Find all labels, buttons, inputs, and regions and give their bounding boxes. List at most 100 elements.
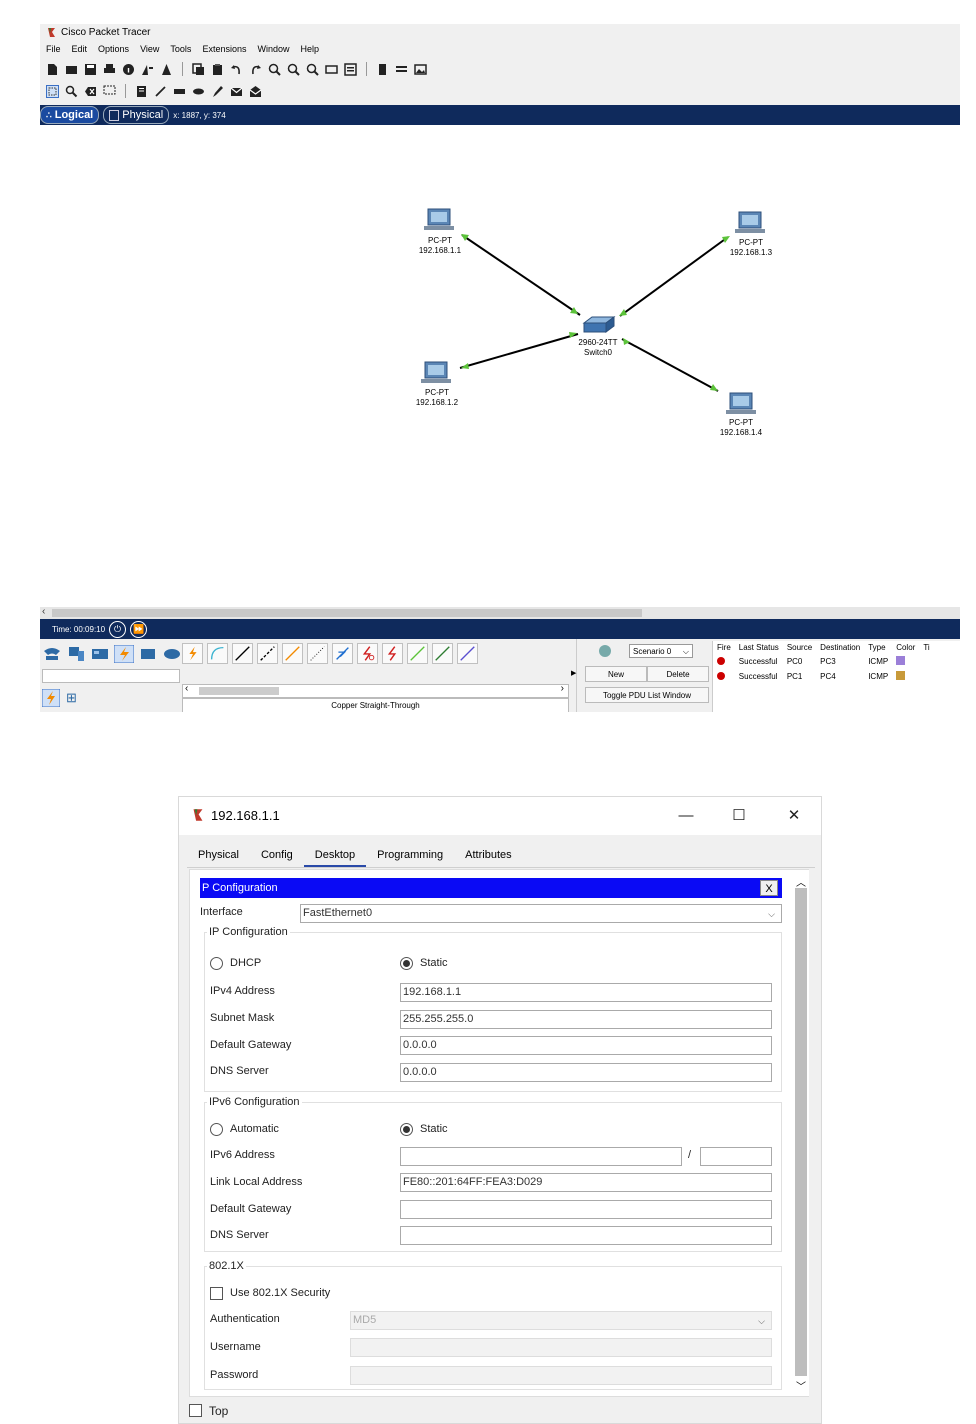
- resize-shape-icon[interactable]: [103, 85, 116, 98]
- pc2-device[interactable]: PC-PT 192.168.1.2: [416, 361, 459, 407]
- ipv4-address-input[interactable]: 192.168.1.1: [400, 983, 772, 1002]
- pc4-device[interactable]: PC-PT 192.168.1.4: [720, 392, 763, 437]
- link-local-address-input[interactable]: FE80::201:64FF:FEA3:D029: [400, 1173, 772, 1192]
- zoom-out-icon[interactable]: [306, 63, 319, 76]
- username-input[interactable]: [350, 1338, 772, 1357]
- menu-edit[interactable]: Edit: [72, 44, 88, 54]
- link-pc4-switch[interactable]: [621, 338, 719, 392]
- cluster-icon[interactable]: [376, 63, 389, 76]
- pc1-device[interactable]: PC-PT 192.168.1.1: [419, 208, 462, 255]
- panel-close-button[interactable]: X: [760, 880, 778, 896]
- zoom-reset-icon[interactable]: [287, 63, 300, 76]
- serial-dce-icon[interactable]: [357, 643, 378, 664]
- auto-connection-icon[interactable]: [182, 643, 203, 664]
- drawing-palette-icon[interactable]: [325, 63, 338, 76]
- dhcp-radio[interactable]: [210, 957, 223, 970]
- end-devices-icon[interactable]: [66, 645, 86, 663]
- scrollbar-thumb[interactable]: [199, 687, 279, 695]
- password-input[interactable]: [350, 1366, 772, 1385]
- network-devices-icon[interactable]: [42, 645, 62, 663]
- default-gateway-input[interactable]: 0.0.0.0: [400, 1036, 772, 1055]
- inspect-icon[interactable]: [65, 85, 78, 98]
- copper-straight-through-icon[interactable]: [232, 643, 253, 664]
- copy-icon[interactable]: [192, 62, 205, 76]
- redo-icon[interactable]: [249, 63, 262, 76]
- serial-dte-icon[interactable]: [382, 643, 403, 664]
- ipv6-default-gateway-input[interactable]: [400, 1200, 772, 1219]
- table-row[interactable]: Successful PC1 PC4 ICMP: [713, 669, 934, 684]
- use-8021x-checkbox[interactable]: [210, 1287, 223, 1300]
- toggle-pdu-list-button[interactable]: Toggle PDU List Window: [585, 687, 709, 703]
- panel-vertical-scrollbar[interactable]: ︿ ﹀: [793, 870, 809, 1396]
- select-icon[interactable]: [46, 84, 59, 98]
- copper-cross-over-icon[interactable]: [257, 643, 278, 664]
- dns-server-input[interactable]: 0.0.0.0: [400, 1063, 772, 1082]
- tab-attributes[interactable]: Attributes: [454, 845, 522, 867]
- link-pc1-switch[interactable]: [461, 234, 581, 316]
- add-simple-pdu-icon[interactable]: [230, 85, 243, 98]
- scenario-info-icon[interactable]: [599, 645, 611, 657]
- scenario-select[interactable]: Scenario 0 ⌵: [629, 644, 693, 658]
- delete-scenario-button[interactable]: Delete: [647, 666, 709, 682]
- draw-rectangle-icon[interactable]: [173, 85, 186, 98]
- open-folder-icon[interactable]: [65, 63, 78, 76]
- device-subcategory-field[interactable]: [42, 669, 180, 683]
- always-on-top-checkbox[interactable]: [189, 1404, 202, 1417]
- menu-help[interactable]: Help: [300, 44, 319, 54]
- draw-ellipse-icon[interactable]: [192, 85, 205, 98]
- fire-icon[interactable]: [717, 671, 725, 680]
- scroll-left-arrow-icon[interactable]: ‹: [42, 606, 45, 617]
- zoom-in-icon[interactable]: [268, 63, 281, 76]
- components-icon[interactable]: [90, 645, 110, 663]
- workspace-horizontal-scrollbar[interactable]: ‹: [40, 606, 960, 619]
- delete-icon[interactable]: [84, 85, 97, 98]
- pc3-device[interactable]: PC-PT 192.168.1.3: [730, 211, 773, 257]
- freeform-icon[interactable]: [211, 85, 224, 98]
- authentication-select[interactable]: MD5 ⌵: [350, 1311, 772, 1330]
- expand-arrow-icon[interactable]: ▶: [571, 669, 576, 677]
- ipv6-automatic-radio[interactable]: [210, 1123, 223, 1136]
- new-scenario-button[interactable]: New: [585, 666, 647, 682]
- tab-logical[interactable]: ∴ Logical: [40, 106, 100, 124]
- iot-custom-cable-icon[interactable]: [432, 643, 453, 664]
- network-info-icon[interactable]: [141, 63, 154, 76]
- scroll-up-arrow-icon[interactable]: ︿: [796, 874, 806, 889]
- multiuser-icon[interactable]: [162, 645, 182, 663]
- static-radio[interactable]: [400, 957, 413, 970]
- maximize-icon[interactable]: ☐: [724, 804, 754, 828]
- undo-icon[interactable]: [230, 63, 243, 76]
- tab-programming[interactable]: Programming: [366, 845, 454, 867]
- power-cycle-icon[interactable]: ⏻: [109, 620, 127, 638]
- menu-view[interactable]: View: [140, 44, 159, 54]
- grid-icon[interactable]: ⊞: [66, 689, 77, 707]
- octal-cable-icon[interactable]: [407, 643, 428, 664]
- scroll-right-arrow-icon[interactable]: ›: [561, 683, 564, 694]
- scroll-down-arrow-icon[interactable]: ﹀: [796, 1378, 806, 1393]
- print-icon[interactable]: [103, 63, 116, 76]
- scrollbar-thumb[interactable]: [795, 888, 807, 1376]
- add-complex-pdu-icon[interactable]: [249, 85, 262, 98]
- lightning-connection-icon[interactable]: [42, 689, 60, 707]
- menu-window[interactable]: Window: [257, 44, 289, 54]
- paste-icon[interactable]: [211, 63, 224, 76]
- fiber-cable-icon[interactable]: [282, 643, 303, 664]
- switch0-device[interactable]: 2960-24TT Switch0: [578, 316, 618, 357]
- tab-config[interactable]: Config: [250, 845, 304, 867]
- link-pc2-switch[interactable]: [459, 333, 579, 369]
- link-pc3-switch[interactable]: [619, 236, 729, 317]
- minimize-icon[interactable]: —: [671, 804, 701, 828]
- ipv6-address-input[interactable]: [400, 1147, 682, 1166]
- new-file-icon[interactable]: [46, 63, 59, 76]
- menu-extensions[interactable]: Extensions: [202, 44, 246, 54]
- fire-icon[interactable]: [717, 656, 725, 665]
- ipv6-static-radio[interactable]: [400, 1123, 413, 1136]
- table-row[interactable]: Successful PC0 PC3 ICMP: [713, 654, 934, 669]
- phone-cable-icon[interactable]: [307, 643, 328, 664]
- info-icon[interactable]: [122, 63, 135, 76]
- cable-list-scrollbar[interactable]: ‹ ›: [182, 683, 569, 698]
- menu-tools[interactable]: Tools: [170, 44, 191, 54]
- interface-select[interactable]: FastEthernet0 ⌵: [300, 904, 782, 923]
- ipc-icon[interactable]: [395, 63, 408, 76]
- save-icon[interactable]: [84, 63, 97, 76]
- ipv6-prefix-input[interactable]: [700, 1147, 772, 1166]
